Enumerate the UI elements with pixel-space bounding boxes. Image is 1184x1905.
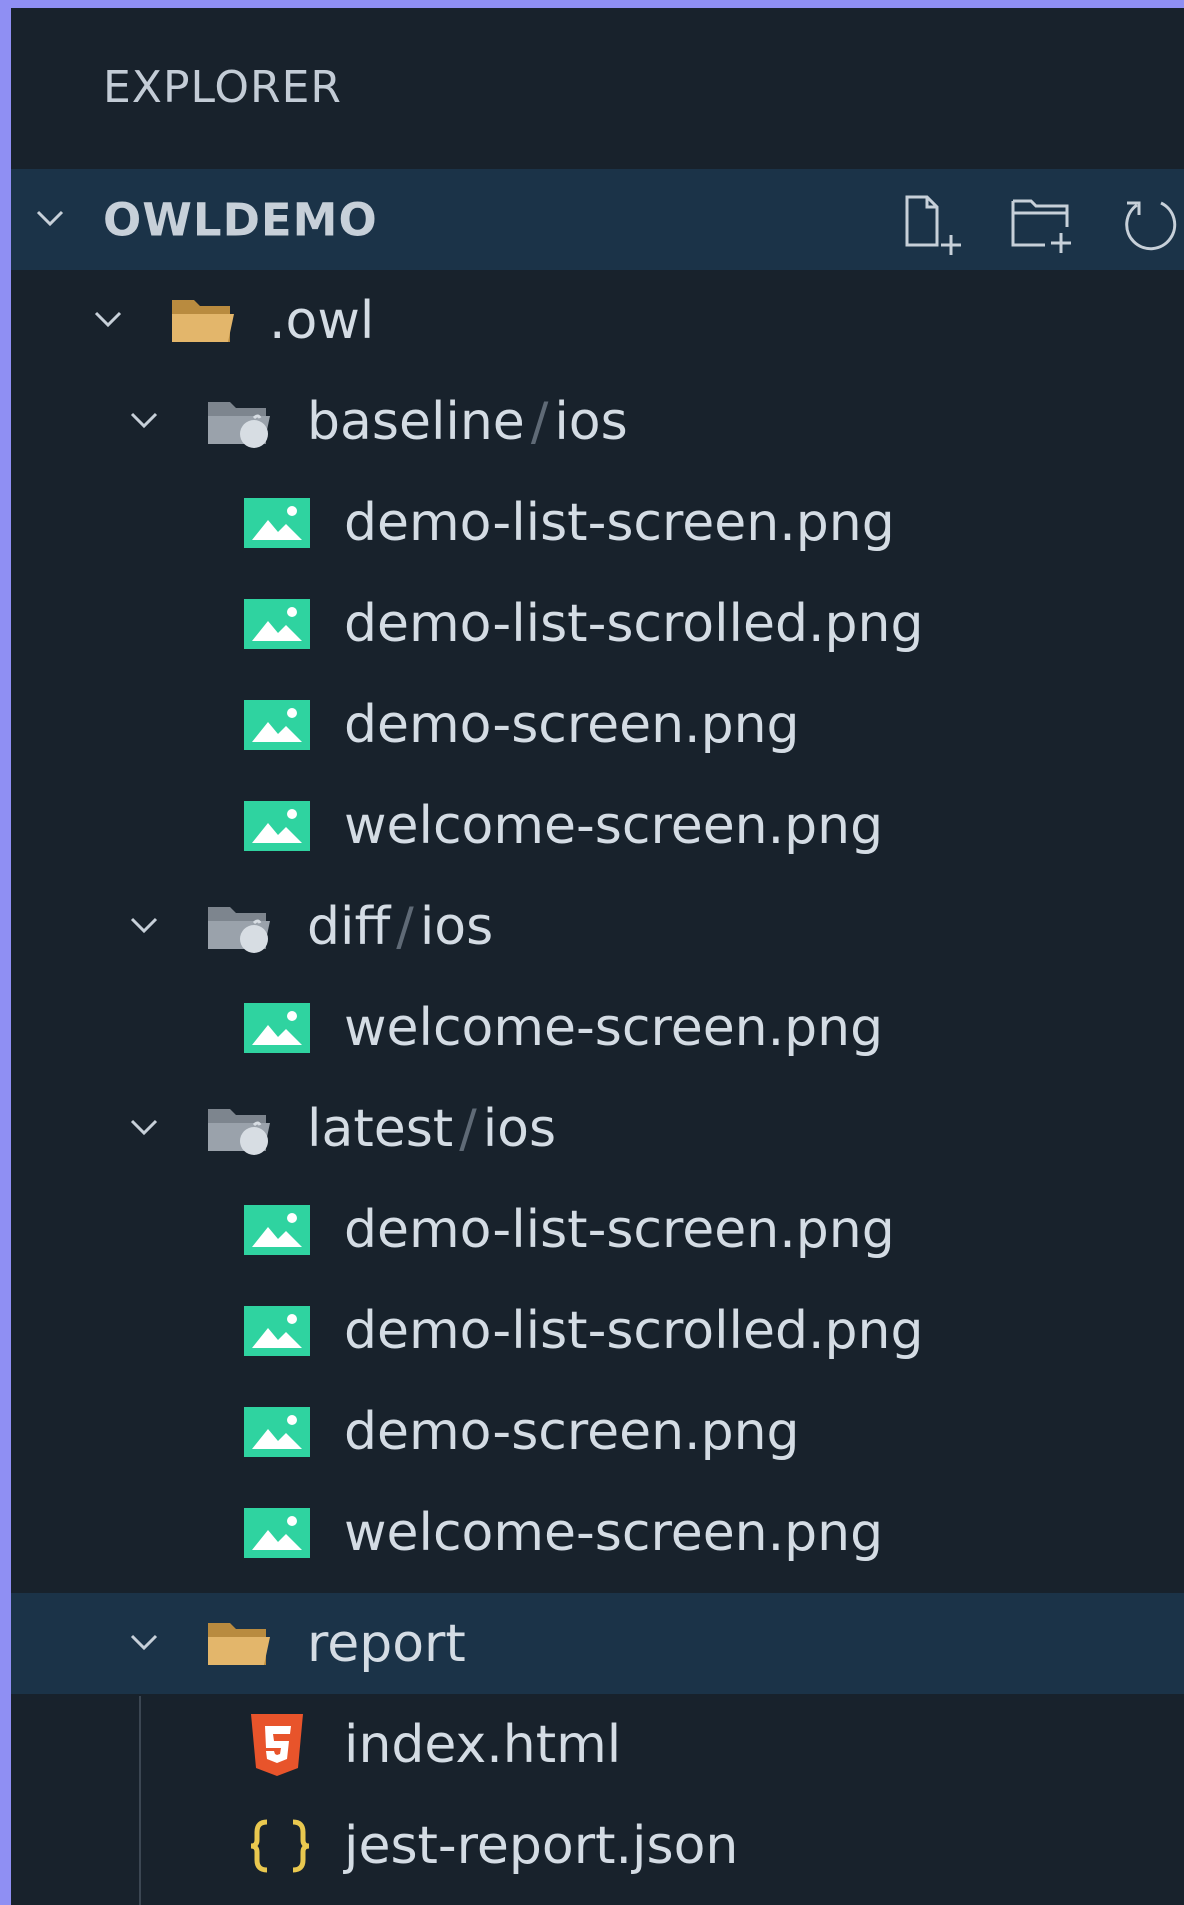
folder-row-report[interactable]: report	[11, 1593, 1184, 1694]
folder-label-diff-ios: diff / ios	[307, 901, 493, 953]
explorer-panel: EXPLORER OWLDEMO .owl baseline / ios dem…	[11, 8, 1184, 1905]
chevron-down-icon	[93, 304, 123, 334]
file-row[interactable]: demo-screen.png	[11, 1381, 1184, 1482]
file-row[interactable]: demo-list-screen.png	[11, 472, 1184, 573]
apple-folder-icon	[204, 1101, 276, 1157]
file-row[interactable]: demo-list-screen.png	[11, 1179, 1184, 1280]
folder-row-owl[interactable]: .owl	[11, 270, 1184, 371]
file-row[interactable]: index.html	[11, 1694, 1184, 1795]
folder-row-baseline-ios[interactable]: baseline / ios	[11, 371, 1184, 472]
folder-open-icon	[168, 294, 238, 348]
apple-folder-icon	[204, 394, 276, 450]
image-file-icon	[244, 1507, 310, 1558]
refresh-icon[interactable]	[1119, 191, 1184, 257]
path-separator: /	[530, 391, 549, 452]
folder-name: baseline	[307, 391, 525, 452]
file-label: jest-report.json	[344, 1815, 739, 1876]
file-label: demo-list-scrolled.png	[344, 1300, 924, 1361]
chevron-down-icon	[129, 910, 159, 940]
path-separator: /	[459, 1098, 477, 1159]
file-label: welcome-screen.png	[344, 795, 884, 856]
apple-folder-icon	[204, 899, 276, 955]
file-label: demo-list-screen.png	[344, 1199, 895, 1260]
file-label: index.html	[344, 1714, 622, 1775]
chevron-down-icon	[129, 1112, 159, 1142]
image-file-icon	[244, 800, 310, 851]
file-row[interactable]: jest-report.json	[11, 1795, 1184, 1896]
chevron-down-icon	[129, 1627, 159, 1657]
file-row[interactable]: demo-list-scrolled.png	[11, 573, 1184, 674]
image-file-icon	[244, 497, 310, 548]
image-file-icon	[244, 699, 310, 750]
file-label: demo-screen.png	[344, 694, 800, 755]
folder-open-icon	[204, 1617, 274, 1671]
folder-label-report: report	[307, 1613, 466, 1674]
file-label: welcome-screen.png	[344, 997, 884, 1058]
root-folder-label: OWLDEMO	[103, 193, 378, 246]
chevron-down-icon	[35, 203, 65, 233]
image-file-icon	[244, 1204, 310, 1255]
new-file-icon[interactable]	[901, 191, 967, 257]
new-folder-icon[interactable]	[1009, 191, 1075, 257]
folder-name: latest	[307, 1098, 454, 1159]
json-braces-icon	[249, 1818, 311, 1874]
image-file-icon	[244, 1406, 310, 1457]
file-label: demo-screen.png	[344, 1401, 800, 1462]
folder-label-latest-ios: latest / ios	[307, 1103, 556, 1155]
root-folder-row[interactable]: OWLDEMO	[11, 169, 1184, 270]
file-label: demo-list-scrolled.png	[344, 593, 924, 654]
file-row[interactable]: demo-screen.png	[11, 674, 1184, 775]
file-row[interactable]: demo-list-scrolled.png	[11, 1280, 1184, 1381]
file-row[interactable]: welcome-screen.png	[11, 775, 1184, 876]
image-file-icon	[244, 1305, 310, 1356]
file-row[interactable]: welcome-screen.png	[11, 977, 1184, 1078]
file-row[interactable]: welcome-screen.png	[11, 1482, 1184, 1583]
folder-row-latest-ios[interactable]: latest / ios	[11, 1078, 1184, 1179]
html5-icon	[249, 1713, 305, 1776]
folder-subname: ios	[419, 896, 494, 957]
folder-label-owl: .owl	[269, 290, 375, 351]
chevron-down-icon	[129, 405, 159, 435]
explorer-title: EXPLORER	[103, 62, 342, 113]
folder-name: diff	[307, 896, 391, 957]
path-separator: /	[396, 896, 414, 957]
file-label: demo-list-screen.png	[344, 492, 895, 553]
folder-subname: ios	[482, 1098, 557, 1159]
folder-row-diff-ios[interactable]: diff / ios	[11, 876, 1184, 977]
folder-label-baseline-ios: baseline / ios	[307, 396, 628, 448]
file-label: welcome-screen.png	[344, 1502, 884, 1563]
image-file-icon	[244, 598, 310, 649]
folder-subname: ios	[554, 391, 628, 452]
image-file-icon	[244, 1002, 310, 1053]
